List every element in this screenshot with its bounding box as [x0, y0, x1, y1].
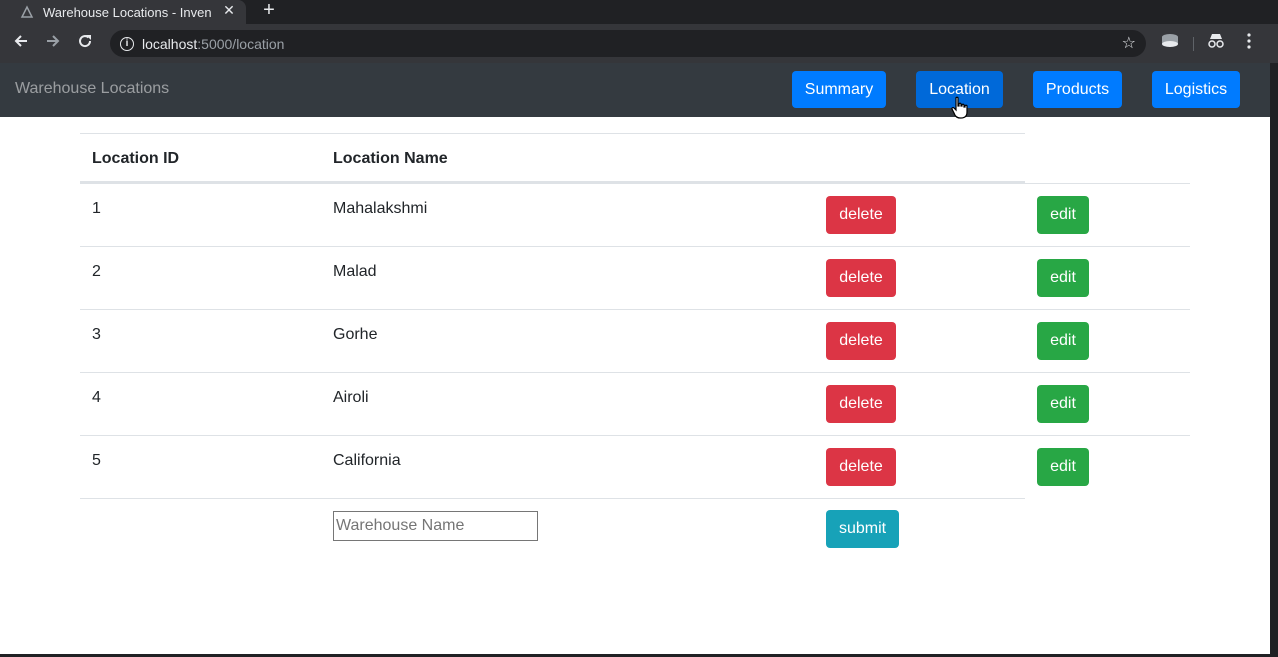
- location-id: 3: [92, 326, 101, 343]
- favicon-icon: [20, 5, 34, 18]
- address-bar[interactable]: i localhost :5000/location ☆: [110, 30, 1146, 57]
- edit-button[interactable]: edit: [1037, 196, 1089, 234]
- nav-summary-button[interactable]: Summary: [792, 71, 886, 108]
- url-path: :5000/location: [197, 35, 285, 52]
- table-row: 2 Malad delete edit: [80, 246, 1190, 309]
- extension-icon[interactable]: [1160, 33, 1180, 53]
- incognito-icon[interactable]: [1206, 33, 1226, 53]
- location-name: California: [333, 452, 401, 469]
- back-icon[interactable]: [10, 32, 32, 54]
- bookmark-star-icon[interactable]: ☆: [1122, 33, 1136, 53]
- url-host: localhost: [142, 35, 198, 52]
- delete-button[interactable]: delete: [826, 259, 896, 297]
- edit-button[interactable]: edit: [1037, 322, 1089, 360]
- delete-button[interactable]: delete: [826, 196, 896, 234]
- navbar-brand[interactable]: Warehouse Locations: [15, 80, 169, 98]
- nav-products-button[interactable]: Products: [1033, 71, 1122, 108]
- table-row: 5 California delete edit: [80, 435, 1190, 498]
- table-row: 1 Mahalakshmi delete edit: [80, 183, 1190, 246]
- delete-button[interactable]: delete: [826, 322, 896, 360]
- delete-button[interactable]: delete: [826, 448, 896, 486]
- edit-button[interactable]: edit: [1037, 259, 1089, 297]
- scrollbar[interactable]: [1270, 63, 1278, 654]
- location-name: Gorhe: [333, 326, 378, 343]
- nav-logistics-button[interactable]: Logistics: [1152, 71, 1240, 108]
- browser-tab[interactable]: Warehouse Locations - Inven ✕: [0, 0, 246, 24]
- location-id: 2: [92, 263, 101, 280]
- reload-icon[interactable]: [74, 32, 96, 54]
- tab-close-icon[interactable]: ✕: [220, 2, 238, 19]
- edit-button[interactable]: edit: [1037, 385, 1089, 423]
- edit-button[interactable]: edit: [1037, 448, 1089, 486]
- location-name: Malad: [333, 263, 377, 280]
- new-tab-button[interactable]: +: [259, 0, 279, 22]
- warehouse-name-input[interactable]: [333, 511, 538, 541]
- table-row: 4 Airoli delete edit: [80, 372, 1190, 435]
- submit-button[interactable]: submit: [826, 510, 899, 548]
- header-location-name: Location Name: [333, 150, 448, 167]
- location-name: Mahalakshmi: [333, 200, 428, 217]
- table-divider: [80, 498, 1025, 499]
- tab-title: Warehouse Locations - Inven: [43, 4, 212, 20]
- navbar: Warehouse Locations Summary Location Pro…: [0, 63, 1270, 117]
- location-id: 4: [92, 389, 101, 406]
- menu-icon[interactable]: [1239, 33, 1259, 53]
- browser-tab-strip: Warehouse Locations - Inven ✕ +: [0, 0, 1278, 24]
- forward-icon[interactable]: [42, 32, 64, 54]
- table-header: Location ID Location Name: [80, 133, 1025, 183]
- site-info-icon[interactable]: i: [120, 36, 134, 51]
- location-id: 5: [92, 452, 101, 469]
- browser-toolbar: i localhost :5000/location ☆: [0, 24, 1278, 63]
- location-id: 1: [92, 200, 101, 217]
- location-name: Airoli: [333, 389, 369, 406]
- hand-cursor-icon: [951, 96, 968, 119]
- toolbar-separator: [1193, 37, 1194, 51]
- header-location-id: Location ID: [92, 150, 180, 167]
- page-viewport: Warehouse Locations Summary Location Pro…: [0, 63, 1270, 654]
- delete-button[interactable]: delete: [826, 385, 896, 423]
- table-row: 3 Gorhe delete edit: [80, 309, 1190, 372]
